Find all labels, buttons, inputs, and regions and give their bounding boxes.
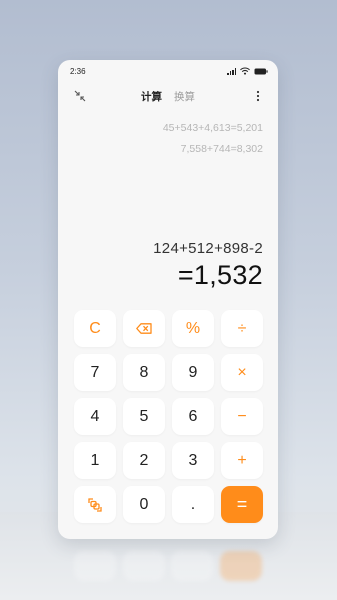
equals-button[interactable]: = — [221, 486, 263, 523]
keypad: C % ÷ 7 8 9 × 4 5 6 − 1 2 3 + 0 . = — [74, 310, 263, 523]
device-reflection — [58, 541, 278, 600]
mode-tabs: 计算 换算 — [58, 89, 278, 104]
calculation-history: 45+543+4,613=5,201 7,558+744=8,302 — [163, 118, 263, 160]
digit-1-button[interactable]: 1 — [74, 442, 116, 479]
digit-5-button[interactable]: 5 — [123, 398, 165, 435]
signal-icon — [227, 67, 236, 75]
digit-3-button[interactable]: 3 — [172, 442, 214, 479]
tab-calculate[interactable]: 计算 — [141, 89, 162, 104]
more-vertical-icon[interactable] — [250, 88, 266, 104]
status-icons — [227, 67, 268, 75]
digit-9-button[interactable]: 9 — [172, 354, 214, 391]
digit-8-button[interactable]: 8 — [123, 354, 165, 391]
digit-2-button[interactable]: 2 — [123, 442, 165, 479]
backspace-icon — [136, 323, 152, 334]
wifi-icon — [240, 67, 250, 75]
status-bar: 2:36 — [58, 60, 278, 82]
add-button[interactable]: + — [221, 442, 263, 479]
backspace-button[interactable] — [123, 310, 165, 347]
current-expression: 124+512+898-2 — [153, 240, 263, 257]
digit-6-button[interactable]: 6 — [172, 398, 214, 435]
switch-mode-button[interactable] — [74, 486, 116, 523]
subtract-button[interactable]: − — [221, 398, 263, 435]
percent-button[interactable]: % — [172, 310, 214, 347]
digit-7-button[interactable]: 7 — [74, 354, 116, 391]
clear-button[interactable]: C — [74, 310, 116, 347]
current-result: =1,532 — [177, 260, 263, 290]
digit-4-button[interactable]: 4 — [74, 398, 116, 435]
toolbar: 计算 换算 — [58, 84, 278, 108]
history-entry[interactable]: 7,558+744=8,302 — [163, 139, 263, 160]
divide-button[interactable]: ÷ — [221, 310, 263, 347]
history-entry[interactable]: 45+543+4,613=5,201 — [163, 118, 263, 139]
digit-0-button[interactable]: 0 — [123, 486, 165, 523]
status-time: 2:36 — [70, 67, 86, 76]
switch-mode-icon — [88, 497, 102, 512]
battery-icon — [254, 68, 268, 75]
tab-convert[interactable]: 换算 — [174, 89, 195, 104]
multiply-button[interactable]: × — [221, 354, 263, 391]
calculator-screen: 2:36 计算 换算 45+543+4,613=5,201 7,558+744=… — [58, 60, 278, 539]
decimal-point-button[interactable]: . — [172, 486, 214, 523]
